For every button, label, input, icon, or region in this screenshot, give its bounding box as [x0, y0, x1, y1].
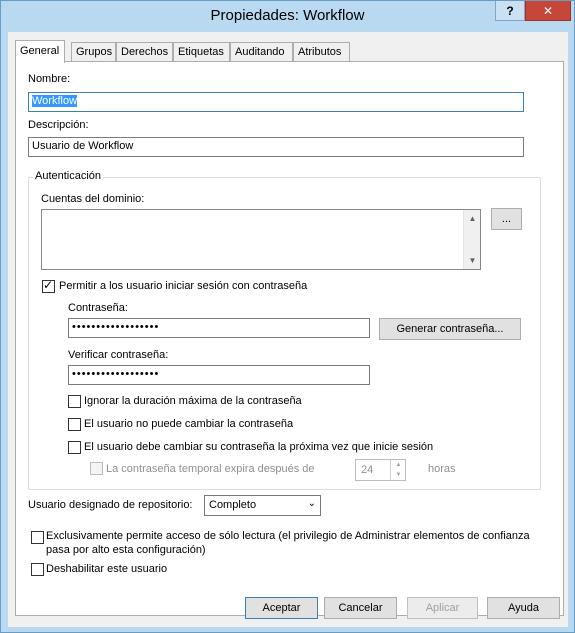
repository-user-value: Completo	[209, 499, 257, 511]
window-title: Propiedades: Workflow	[210, 7, 365, 24]
cannot-change-password-label: El usuario no puede cambiar la contraseñ…	[84, 418, 294, 430]
tab-grupos[interactable]: Grupos	[71, 42, 116, 62]
name-value: Workflow	[32, 95, 78, 107]
hours-unit-label: horas	[428, 463, 456, 475]
verify-password-label: Verificar contraseña:	[68, 349, 169, 361]
authentication-group-title: Autenticación	[33, 170, 104, 182]
apply-button[interactable]: Aplicar	[407, 597, 478, 619]
scroll-up-icon[interactable]: ▲	[464, 210, 481, 227]
disable-user-checkbox[interactable]	[31, 563, 44, 576]
must-change-password-checkbox[interactable]	[68, 441, 81, 454]
readonly-access-label-line1: Exclusivamente permite acceso de sólo le…	[46, 530, 530, 542]
allow-password-label: Permitir a los usuario iniciar sesión co…	[59, 280, 308, 292]
scroll-down-icon[interactable]: ▼	[464, 252, 481, 269]
disable-user-label: Deshabilitar este usuario	[46, 563, 168, 575]
ignore-max-duration-label: Ignorar la duración máxima de la contras…	[84, 395, 302, 407]
properties-dialog: Propiedades: Workflow ? ✕ General Grupos…	[0, 0, 575, 633]
close-button[interactable]: ✕	[525, 1, 571, 21]
password-label: Contraseña:	[68, 302, 128, 314]
domain-accounts-list[interactable]: ▲ ▼	[41, 209, 481, 270]
readonly-access-label-line2: pasa por alto esta configuración)	[46, 544, 206, 556]
general-tab-panel: Nombre: Workflow Descripción: Usuario de…	[15, 61, 564, 616]
ignore-max-duration-checkbox[interactable]	[68, 395, 81, 408]
help-icon: ?	[506, 3, 514, 18]
spin-up-icon[interactable]: ▲	[391, 460, 406, 470]
dialog-client-area: General Grupos Derechos Etiquetas Audita…	[8, 32, 568, 627]
generate-password-button[interactable]: Generar contraseña...	[379, 318, 521, 340]
help-title-button[interactable]: ?	[495, 1, 525, 21]
verify-password-value: ••••••••••••••••••	[72, 368, 160, 380]
tab-etiquetas[interactable]: Etiquetas	[173, 42, 230, 62]
spin-down-icon[interactable]: ▼	[391, 470, 406, 480]
description-label: Descripción:	[28, 119, 89, 131]
domain-accounts-label: Cuentas del dominio:	[41, 193, 145, 205]
tab-general[interactable]: General	[15, 40, 65, 63]
allow-password-checkbox[interactable]: ✓	[42, 278, 55, 293]
spinner-buttons: ▲ ▼	[390, 460, 405, 480]
temp-password-expires-checkbox[interactable]	[90, 462, 103, 475]
password-input[interactable]: ••••••••••••••••••	[68, 318, 370, 338]
must-change-password-label: El usuario debe cambiar su contraseña la…	[84, 441, 434, 453]
verify-password-input[interactable]: ••••••••••••••••••	[68, 365, 370, 385]
browse-accounts-button[interactable]: ...	[491, 208, 522, 230]
tab-atributos[interactable]: Atributos	[293, 42, 350, 62]
password-value: ••••••••••••••••••	[72, 321, 160, 333]
accept-button[interactable]: Aceptar	[245, 597, 318, 619]
tab-derechos[interactable]: Derechos	[116, 42, 173, 62]
close-icon: ✕	[542, 3, 554, 18]
name-label: Nombre:	[28, 73, 71, 85]
name-input[interactable]: Workflow	[28, 92, 524, 112]
title-bar[interactable]: Propiedades: Workflow ? ✕	[1, 1, 574, 31]
check-icon: ✓	[43, 278, 54, 292]
readonly-access-checkbox[interactable]	[31, 531, 44, 544]
temp-expires-hours-spinner[interactable]: 24 ▲ ▼	[355, 459, 406, 481]
chevron-down-icon: ⌄	[307, 498, 316, 509]
domain-accounts-scrollbar[interactable]: ▲ ▼	[463, 210, 480, 269]
temp-expires-hours-value: 24	[361, 464, 374, 476]
description-input[interactable]: Usuario de Workflow	[28, 137, 524, 157]
cancel-button[interactable]: Cancelar	[324, 597, 397, 619]
tab-auditando[interactable]: Auditando	[230, 42, 293, 62]
temp-password-expires-label: La contraseña temporal expira después de	[106, 463, 315, 475]
cannot-change-password-checkbox[interactable]	[68, 418, 81, 431]
help-button[interactable]: Ayuda	[487, 597, 560, 619]
repository-user-label: Usuario designado de repositorio:	[28, 499, 193, 511]
repository-user-select[interactable]: Completo ⌄	[204, 495, 321, 516]
